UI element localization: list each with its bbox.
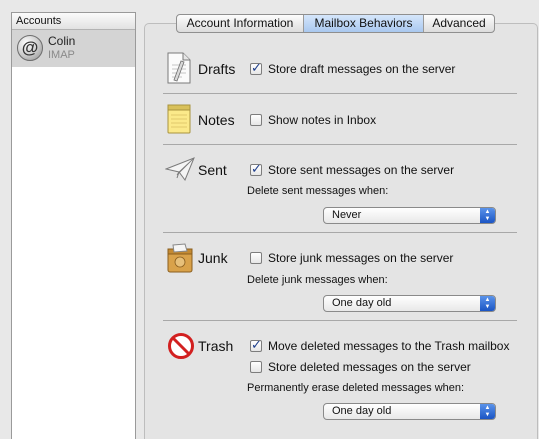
- tab-account-information[interactable]: Account Information: [177, 15, 304, 32]
- store-junk-label: Store junk messages on the server: [268, 251, 454, 265]
- store-sent-label: Store sent messages on the server: [268, 163, 455, 177]
- store-deleted-checkbox-row[interactable]: Store deleted messages on the server: [250, 360, 471, 374]
- drafts-document-icon: [167, 52, 191, 84]
- sent-title: Sent: [198, 162, 227, 178]
- junk-mail-icon: [167, 243, 193, 273]
- move-deleted-checkbox[interactable]: [250, 337, 262, 353]
- delete-sent-label: Delete sent messages when:: [247, 185, 389, 197]
- up-down-arrows-icon: ▲ ▼: [480, 208, 495, 223]
- show-notes-checkbox-row[interactable]: Show notes in Inbox: [250, 113, 376, 127]
- store-deleted-label: Store deleted messages on the server: [268, 360, 471, 374]
- delete-junk-value: One day old: [332, 297, 392, 309]
- drafts-title: Drafts: [198, 61, 236, 77]
- notes-title: Notes: [198, 112, 235, 128]
- account-name: Colin: [48, 34, 76, 48]
- move-deleted-label: Move deleted messages to the Trash mailb…: [268, 339, 510, 353]
- section-divider: [163, 93, 517, 94]
- trash-title: Trash: [198, 338, 234, 354]
- store-drafts-checkbox-row[interactable]: Store draft messages on the server: [250, 60, 456, 76]
- move-deleted-checkbox-row[interactable]: Move deleted messages to the Trash mailb…: [250, 337, 510, 353]
- accounts-sidebar: Accounts @ Colin IMAP: [11, 12, 136, 439]
- store-deleted-checkbox[interactable]: [250, 361, 262, 373]
- accounts-header: Accounts: [12, 13, 135, 30]
- erase-deleted-label: Permanently erase deleted messages when:: [247, 382, 465, 394]
- section-divider: [163, 320, 517, 321]
- mailbox-behaviors-panel: [144, 23, 538, 439]
- store-drafts-checkbox[interactable]: [250, 60, 262, 76]
- tab-advanced[interactable]: Advanced: [424, 15, 494, 32]
- show-notes-label: Show notes in Inbox: [268, 113, 377, 127]
- tab-mailbox-behaviors[interactable]: Mailbox Behaviors: [304, 15, 424, 32]
- delete-sent-popup[interactable]: Never ▲ ▼: [323, 207, 496, 224]
- account-row-colin[interactable]: @ Colin IMAP: [12, 30, 135, 67]
- store-sent-checkbox[interactable]: [250, 161, 262, 177]
- no-entry-icon: [168, 333, 194, 359]
- paper-plane-icon: [165, 157, 195, 182]
- store-sent-checkbox-row[interactable]: Store sent messages on the server: [250, 161, 455, 177]
- junk-title: Junk: [198, 250, 228, 266]
- up-down-arrows-icon: ▲ ▼: [480, 296, 495, 311]
- show-notes-checkbox[interactable]: [250, 114, 262, 126]
- tab-bar: Account Information Mailbox Behaviors Ad…: [176, 14, 495, 33]
- notepad-icon: [167, 104, 191, 134]
- erase-deleted-value: One day old: [332, 405, 392, 417]
- store-junk-checkbox[interactable]: [250, 252, 262, 264]
- account-type: IMAP: [48, 49, 75, 61]
- section-divider: [163, 144, 517, 145]
- section-divider: [163, 232, 517, 233]
- store-junk-checkbox-row[interactable]: Store junk messages on the server: [250, 251, 453, 265]
- delete-junk-popup[interactable]: One day old ▲ ▼: [323, 295, 496, 312]
- delete-sent-value: Never: [332, 209, 362, 221]
- at-sign-icon: @: [17, 35, 43, 61]
- store-drafts-label: Store draft messages on the server: [268, 62, 456, 76]
- up-down-arrows-icon: ▲ ▼: [480, 404, 495, 419]
- delete-junk-label: Delete junk messages when:: [247, 274, 388, 286]
- erase-deleted-popup[interactable]: One day old ▲ ▼: [323, 403, 496, 420]
